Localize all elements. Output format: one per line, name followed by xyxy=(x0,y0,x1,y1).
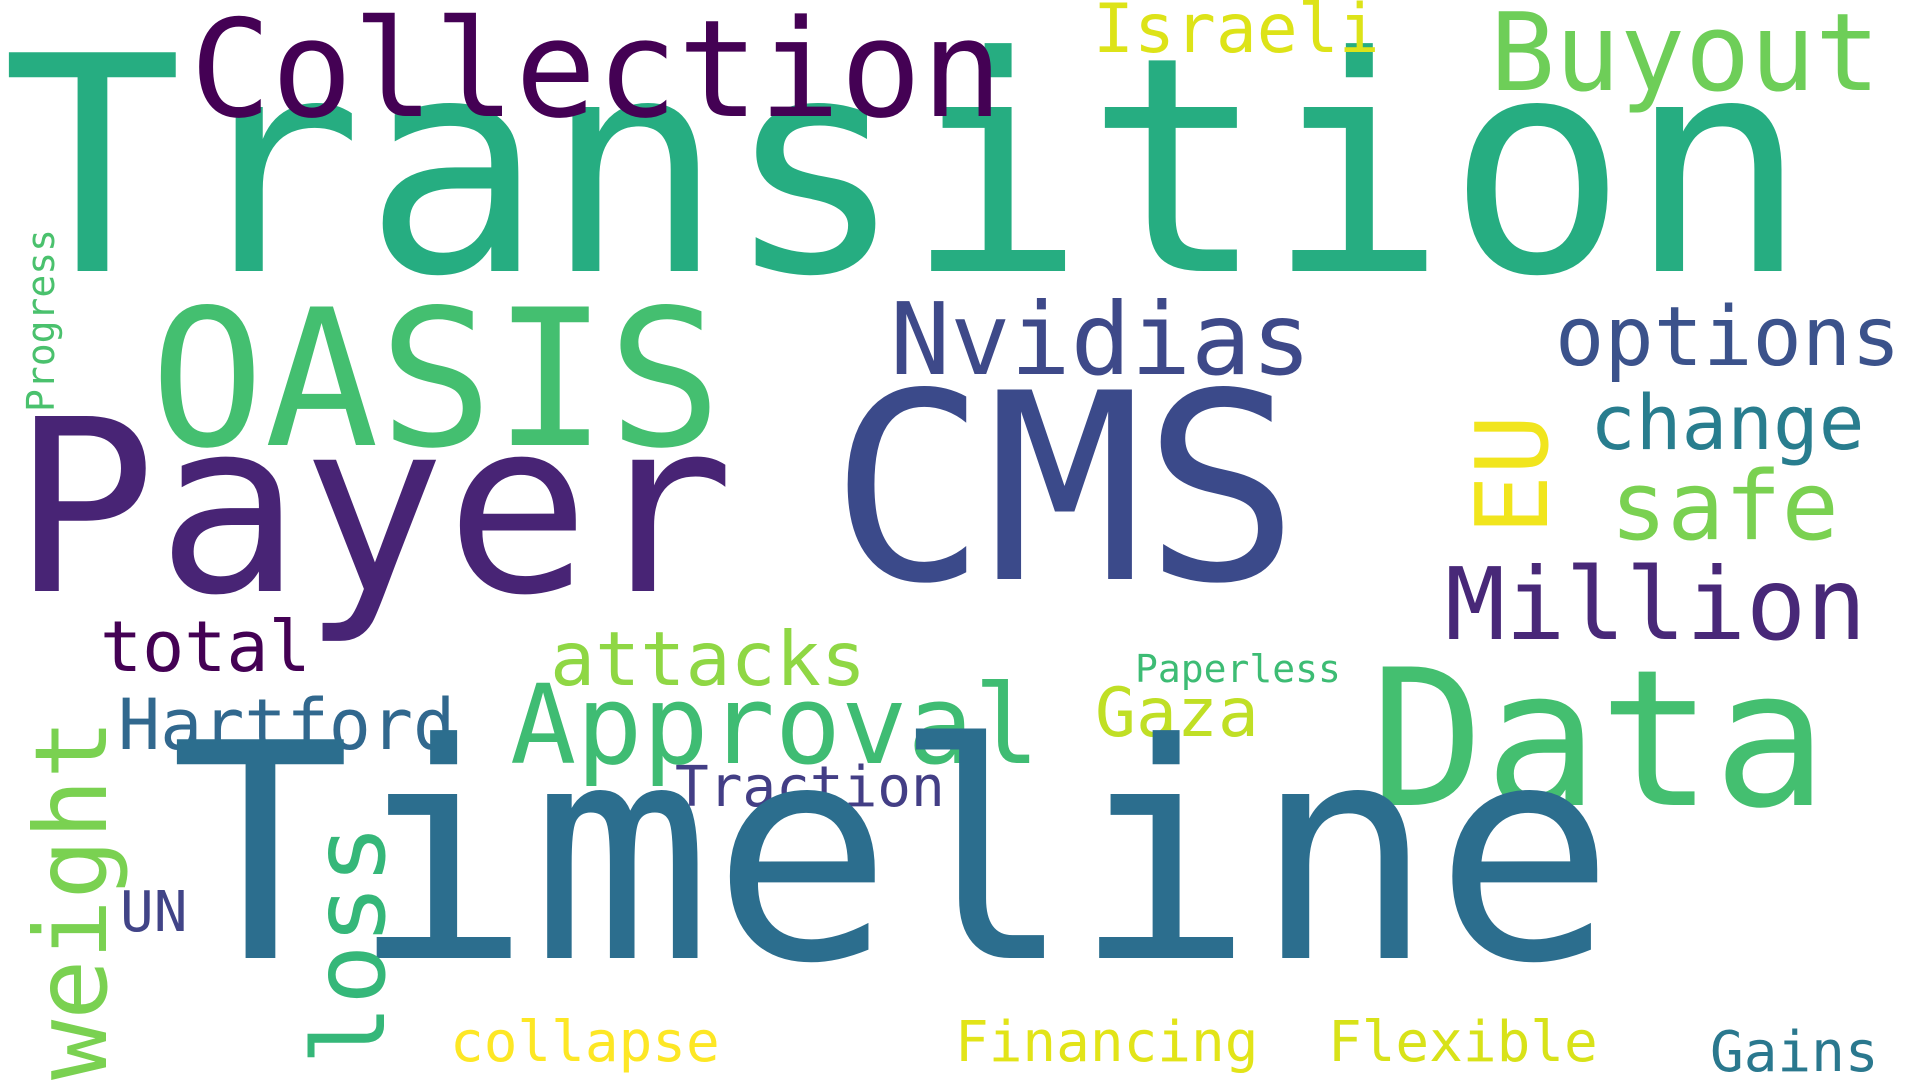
word-loss: loss xyxy=(291,824,408,1065)
word-cloud: Transition Collection Israeli Buyout OAS… xyxy=(0,0,1920,1080)
word-payer: Payer xyxy=(12,368,735,648)
word-collapse: collapse xyxy=(450,1010,720,1075)
word-change: change xyxy=(1590,378,1865,467)
word-total: total xyxy=(100,606,311,688)
word-options: options xyxy=(1555,290,1901,385)
word-safe: safe xyxy=(1610,452,1839,562)
word-gains: Gains xyxy=(1710,1020,1879,1080)
word-progress: Progress xyxy=(19,228,63,412)
word-cms: CMS xyxy=(830,339,1300,641)
word-weight: weight xyxy=(13,718,130,1080)
word-un: UN xyxy=(120,880,188,945)
word-israeli: Israeli xyxy=(1093,0,1380,69)
word-eu: EU xyxy=(1454,414,1571,535)
word-buyout: Buyout xyxy=(1490,0,1881,116)
word-financing: Financing xyxy=(955,1010,1259,1075)
word-collection: Collection xyxy=(190,0,1003,148)
word-flexible: Flexible xyxy=(1328,1010,1598,1075)
